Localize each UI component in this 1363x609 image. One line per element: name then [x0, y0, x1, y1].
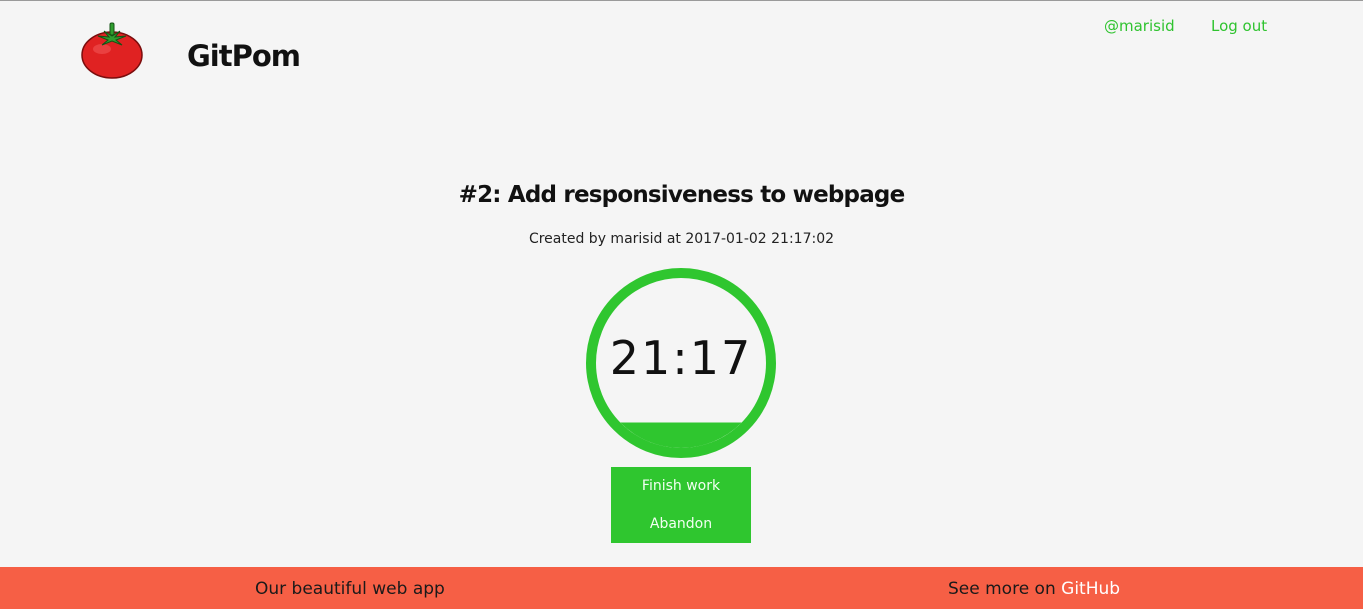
task-meta: Created by marisid at 2017-01-02 21:17:0… — [528, 231, 835, 247]
site-header: GitPom @marisid Log out — [0, 1, 1363, 101]
footer-see-more: See more on — [948, 579, 1062, 599]
abandon-button[interactable]: Abandon — [611, 505, 751, 543]
user-profile-link[interactable]: @marisid — [1104, 17, 1175, 35]
logout-link[interactable]: Log out — [1211, 17, 1267, 35]
brand-title[interactable]: GitPom — [187, 39, 301, 73]
site-footer: Our beautiful web app See more on GitHub — [0, 567, 1363, 609]
timer-display: 21:17 — [609, 331, 753, 385]
footer-tagline: Our beautiful web app — [255, 579, 445, 599]
tomato-icon[interactable] — [80, 19, 144, 81]
action-buttons: Finish work Abandon — [611, 467, 751, 543]
finish-work-button[interactable]: Finish work — [611, 467, 751, 505]
footer-github-text: See more on GitHub — [948, 579, 1120, 599]
github-link[interactable]: GitHub — [1061, 579, 1120, 599]
task-title: #2: Add responsiveness to webpage — [458, 182, 906, 208]
